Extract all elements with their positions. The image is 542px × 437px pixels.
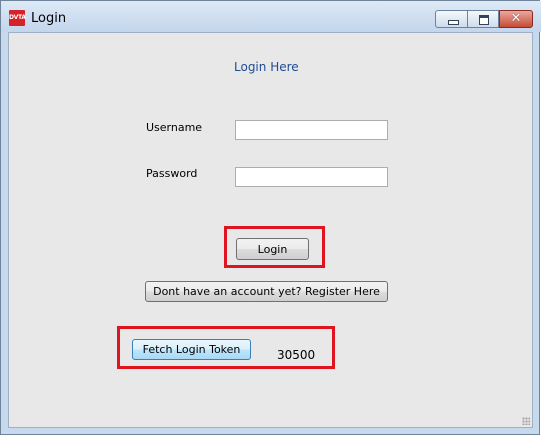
maximize-button[interactable]: [467, 10, 499, 28]
close-icon: ✕: [510, 11, 522, 26]
maximize-icon: [479, 15, 489, 25]
username-label: Username: [146, 121, 203, 134]
form-area: Login Here Username Password Login Dont …: [8, 32, 533, 428]
password-input[interactable]: [235, 167, 388, 187]
form-heading: Login Here: [234, 60, 299, 74]
fetch-token-highlight-box: [117, 326, 335, 369]
username-input[interactable]: [235, 120, 388, 140]
password-label: Password: [146, 167, 198, 180]
window-title: Login: [31, 11, 67, 26]
minimize-icon: [448, 20, 459, 25]
close-button[interactable]: ✕: [499, 10, 533, 28]
resize-grip-icon[interactable]: [522, 417, 530, 425]
register-button[interactable]: Dont have an account yet? Register Here: [145, 281, 388, 302]
app-logo-icon: DVTA: [9, 10, 26, 26]
title-bar[interactable]: DVTA Login ✕: [1, 1, 541, 32]
login-window: DVTA Login ✕ Login Here Username Passwor…: [0, 0, 541, 435]
login-highlight-box: [224, 226, 325, 268]
minimize-button[interactable]: [435, 10, 468, 28]
